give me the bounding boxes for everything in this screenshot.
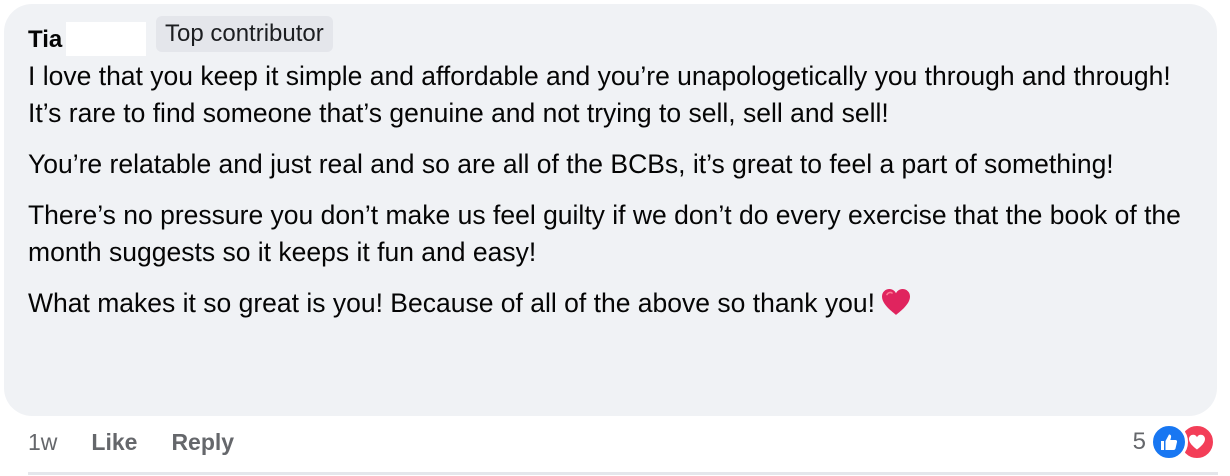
divider: [28, 472, 1218, 475]
comment-paragraph: I love that you keep it simple and affor…: [28, 61, 1171, 128]
comment-text: I love that you keep it simple and affor…: [28, 58, 1198, 340]
author-name[interactable]: Tia: [28, 26, 62, 54]
red-heart-icon: [881, 288, 911, 326]
author-row: Tia: [28, 18, 147, 56]
comment-paragraph: You’re relatable and just real and so ar…: [28, 149, 1114, 179]
name-redaction: [66, 22, 147, 56]
comment-paragraph: There’s no pressure you don’t make us fe…: [28, 200, 1181, 267]
comment-paragraph: What makes it so great is you! Because o…: [28, 288, 875, 318]
comment-bubble: Tia Top contributor I love that you keep…: [4, 4, 1217, 416]
reply-button[interactable]: Reply: [171, 429, 234, 456]
timestamp[interactable]: 1w: [28, 429, 57, 456]
reaction-count[interactable]: 5: [1133, 428, 1146, 456]
reaction-summary[interactable]: 5: [1133, 422, 1216, 462]
comment-actions: 1w Like Reply: [28, 424, 268, 460]
comment-paragraph-last: What makes it so great is you! Because o…: [28, 285, 1198, 326]
like-reaction-icon: [1150, 423, 1188, 461]
like-button[interactable]: Like: [91, 429, 137, 456]
top-contributor-badge[interactable]: Top contributor: [156, 16, 333, 52]
